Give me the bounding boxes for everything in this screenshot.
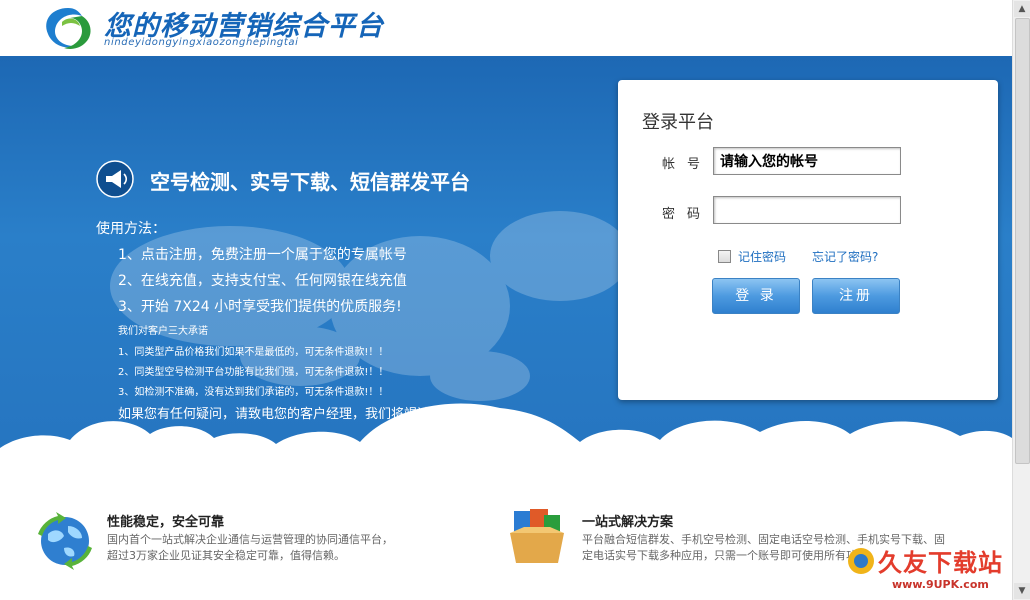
feature-description: 国内首个一站式解决企业通信与运营管理的协同通信平台， 超过3万家企业见证其安全稳…: [107, 533, 393, 562]
forgot-password-link[interactable]: 忘记了密码?: [812, 248, 878, 265]
brand-logo-icon: [46, 8, 91, 49]
watermark-logo-icon: [848, 548, 874, 574]
promise-title: 我们对客户三大承诺: [118, 326, 208, 337]
usage-step: 3、开始 7X24 小时享受我们提供的优质服务!: [118, 299, 402, 315]
vertical-scrollbar[interactable]: ▲ ▼: [1012, 0, 1030, 600]
usage-title: 使用方法：: [96, 221, 166, 237]
scroll-up-icon[interactable]: ▲: [1014, 1, 1030, 17]
login-title: 登录平台: [642, 112, 714, 133]
solution-box-icon: [510, 509, 564, 563]
promise-item: 1、同类型产品价格我们如果不是最低的，可无条件退款!！！: [118, 347, 389, 358]
login-panel: 登录平台 帐号 密码 记住密码 忘记了密码? 登 录 注册: [618, 80, 998, 400]
usage-step: 1、点击注册，免费注册一个属于您的专属帐号: [118, 247, 407, 263]
site-header: 您的移动营销综合平台 nindeyidongyingxiaozongheping…: [0, 0, 1012, 49]
feature-title: 性能稳定，安全可靠: [107, 515, 225, 530]
globe-icon: [38, 512, 92, 570]
scroll-thumb[interactable]: [1015, 18, 1030, 464]
usage-step: 2、在线充值，支持支付宝、任何网银在线充值: [118, 273, 407, 289]
account-input[interactable]: [713, 147, 901, 175]
hero-slogan: 空号检测、实号下载、短信群发平台: [150, 170, 470, 194]
feature-title: 一站式解决方案: [582, 515, 674, 530]
megaphone-icon: [96, 160, 134, 198]
promise-item: 3、如检测不准确，没有达到我们承诺的，可无条件退款!！！: [118, 387, 389, 398]
watermark-text: 久友下载站: [878, 549, 1003, 577]
account-label: 帐号: [662, 157, 713, 172]
promise-item: 2、同类型空号检测平台功能有比我们强，可无条件退款!！！: [118, 367, 389, 378]
register-button[interactable]: 注册: [812, 278, 900, 314]
brand-subtitle: nindeyidongyingxiaozonghepingtai: [104, 37, 299, 48]
closing-text: 如果您有任何疑问，请致电您的客户经理，我们将竭诚为您服务。: [118, 407, 496, 422]
remember-checkbox[interactable]: [718, 250, 731, 263]
password-label: 密码: [662, 207, 713, 222]
scroll-down-icon[interactable]: ▼: [1014, 583, 1030, 599]
password-input[interactable]: [713, 196, 901, 224]
remember-password-link[interactable]: 记住密码: [738, 248, 786, 265]
remember-password: 记住密码: [718, 248, 786, 265]
watermark-url: www.9UPK.com: [892, 578, 989, 591]
login-button[interactable]: 登 录: [712, 278, 800, 314]
